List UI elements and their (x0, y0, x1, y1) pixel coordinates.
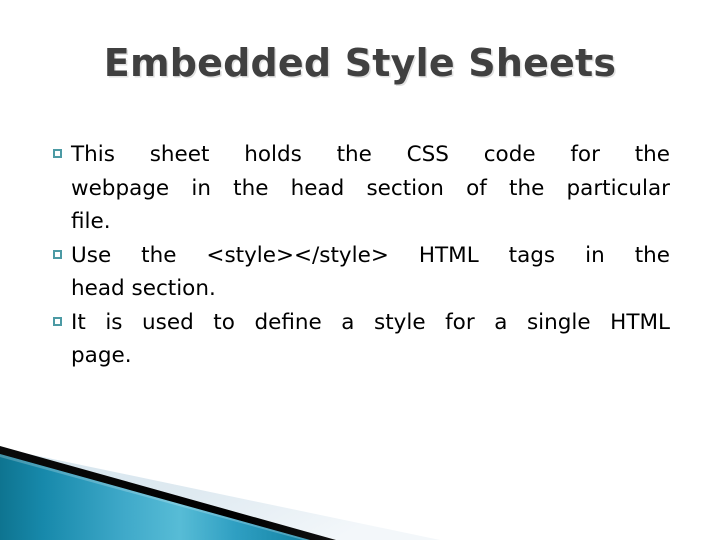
bottom-left-banner-decoration (0, 430, 720, 540)
bullet-1-line-1: This sheet holds the CSS code for the (71, 142, 670, 167)
list-item: Use the <style></style> HTML tags in the… (52, 239, 670, 306)
list-item: It is used to define a style for a singl… (52, 306, 670, 373)
banner-shapes (0, 446, 440, 540)
bullet-2-line-1: Use the <style></style> HTML tags in the (71, 242, 670, 268)
bullet-square-icon (53, 316, 62, 326)
bullet-1-line-3: file. (71, 209, 111, 234)
page-title: Embedded Style Sheets (103, 41, 617, 85)
bullet-2-line-2: head section. (71, 276, 216, 301)
bullet-square-icon (53, 249, 62, 259)
slide: Embedded Style Sheets This sheet holds t… (0, 0, 720, 540)
pale-blue-wedge (0, 448, 440, 540)
bullet-3-line-1: It is used to define a style for a singl… (71, 309, 670, 335)
teal-top-highlight (0, 454, 310, 540)
bullet-square-icon (53, 149, 62, 158)
bullet-3-line-2: page. (71, 343, 132, 368)
teal-stripe-texture (0, 454, 310, 540)
bullet-1-line-2: webpage in the head section of the parti… (71, 175, 670, 201)
teal-wedge (0, 454, 310, 540)
list-item: This sheet holds the CSS code for the we… (52, 138, 670, 239)
bullet-list: This sheet holds the CSS code for the we… (52, 138, 670, 373)
black-diagonal-band (0, 446, 336, 540)
